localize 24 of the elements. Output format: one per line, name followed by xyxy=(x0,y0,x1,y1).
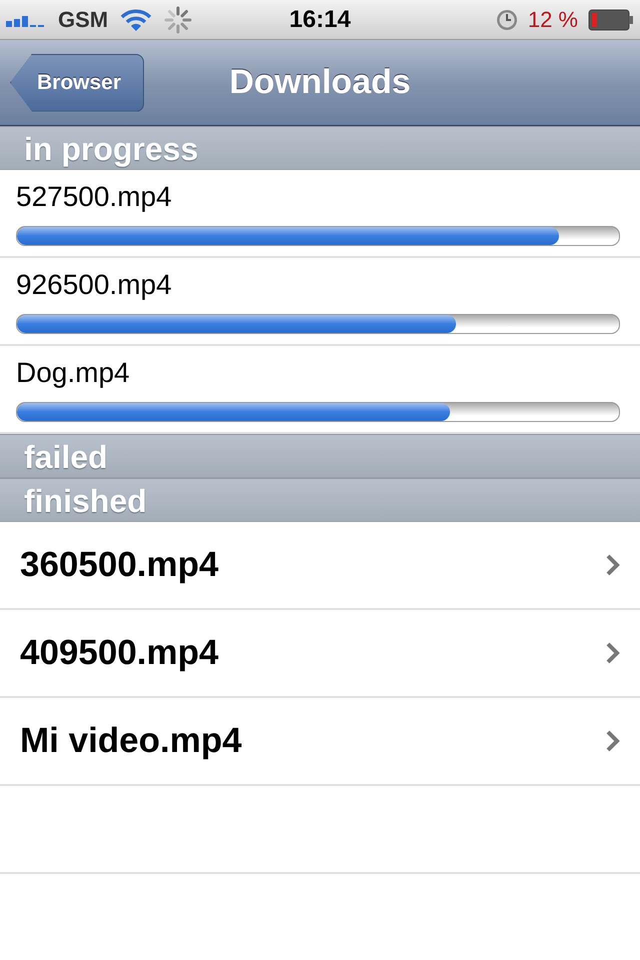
battery-icon xyxy=(588,8,634,30)
alarm-clock-icon xyxy=(496,8,518,30)
chevron-icon xyxy=(606,730,620,752)
section-header: in progress xyxy=(0,126,640,170)
clock-time: 16:14 xyxy=(289,6,351,34)
file-name: 926500.mp4 xyxy=(16,268,173,302)
section-header: failed xyxy=(0,434,640,478)
activity-spinner-icon xyxy=(164,6,192,34)
file-name: 527500.mp4 xyxy=(16,180,173,214)
file-name: Mi video.mp4 xyxy=(20,721,242,761)
file-name: 409500.mp4 xyxy=(20,633,218,673)
section-header: finished xyxy=(0,478,640,522)
chevron-icon xyxy=(606,554,620,576)
screen-title: Downloads xyxy=(229,63,411,102)
file-row[interactable]: Mi video.mp4 xyxy=(0,698,640,786)
battery-percentage: 12 % xyxy=(528,6,578,32)
file-name: Dog.mp4 xyxy=(16,356,131,390)
file-row[interactable]: 360500.mp4 xyxy=(0,522,640,610)
carrier-name: GSM xyxy=(58,6,108,32)
chevron-icon xyxy=(606,642,620,664)
back-button[interactable]: Browser xyxy=(10,54,144,112)
file-name: 360500.mp4 xyxy=(20,545,218,585)
file-row[interactable]: 409500.mp4 xyxy=(0,610,640,698)
wifi-icon xyxy=(120,8,152,32)
